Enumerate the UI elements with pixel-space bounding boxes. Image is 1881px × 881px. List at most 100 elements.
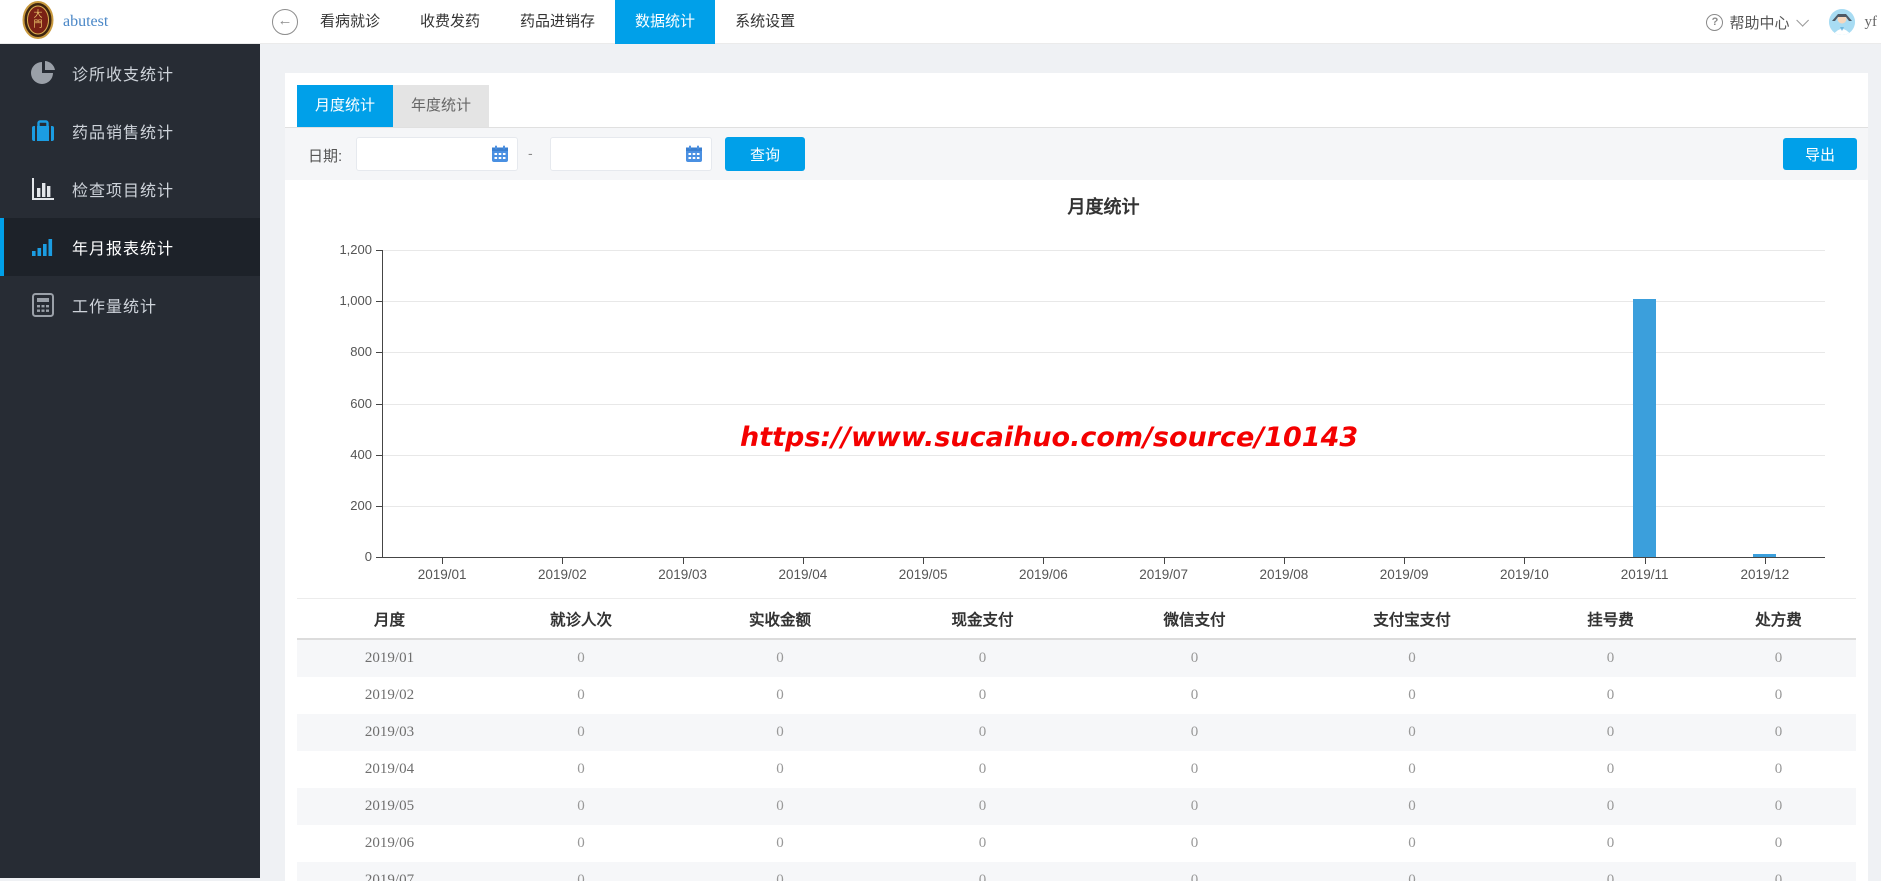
- value-cell: 0: [1408, 761, 1416, 777]
- help-center-menu[interactable]: ? 帮助中心: [1706, 12, 1809, 33]
- table-row: 2019/07 0 0 0 0 0 0 0: [297, 862, 1856, 881]
- value-cell: 0: [1408, 650, 1416, 666]
- brand: 大 門 abutest: [22, 0, 109, 41]
- x-axis-tick: [442, 558, 444, 564]
- header-right: ? 帮助中心 yf: [1706, 0, 1877, 44]
- x-axis-tick: [1163, 558, 1165, 564]
- x-axis-tick: [1644, 558, 1646, 564]
- value-cell: 0: [978, 761, 987, 777]
- table-row: 2019/03 0 0 0 0 0 0 0: [297, 714, 1856, 751]
- x-axis-tick: [923, 558, 925, 564]
- back-button[interactable]: ←: [272, 9, 298, 35]
- value-cell: 0: [1190, 835, 1199, 851]
- value-cell: 0: [978, 798, 987, 814]
- table-row: 2019/04 0 0 0 0 0 0 0: [297, 751, 1856, 788]
- x-axis-tick: [1764, 558, 1766, 564]
- x-axis-label: 2019/11: [1620, 567, 1669, 582]
- y-axis-label: 800: [350, 344, 372, 360]
- value-cell: 0: [1774, 798, 1783, 814]
- sidebar-item-exam-items[interactable]: 检查项目统计: [0, 160, 260, 218]
- x-axis-label: 2019/09: [1379, 567, 1429, 582]
- gridline: [382, 505, 1825, 507]
- value-cell: 0: [776, 724, 784, 740]
- nav-item-billing[interactable]: 收费发药: [400, 0, 500, 44]
- nav-item-statistics[interactable]: 数据统计: [615, 0, 716, 44]
- column-header: 就诊人次: [549, 611, 612, 629]
- month-cell: 2019/01: [364, 650, 415, 666]
- value-cell: 0: [1606, 761, 1615, 777]
- brand-name: abutest: [63, 13, 109, 30]
- watermark-url: https://www.sucaihuo.com/source/10143: [740, 422, 1359, 453]
- monthly-bar-chart: https://www.sucaihuo.com/source/10143 0 2…: [285, 73, 1868, 593]
- x-axis-label: 2019/03: [658, 567, 708, 582]
- briefcase-icon: [30, 118, 56, 144]
- value-cell: 0: [978, 872, 987, 881]
- value-cell: 0: [577, 872, 585, 881]
- value-cell: 0: [1408, 835, 1416, 851]
- avatar[interactable]: [1828, 9, 1855, 35]
- value-cell: 0: [577, 835, 585, 851]
- sidebar-item-drug-sales[interactable]: 药品销售统计: [0, 102, 260, 160]
- value-cell: 0: [1774, 761, 1783, 777]
- arrow-left-icon: ←: [277, 12, 293, 29]
- gridline: [382, 454, 1825, 456]
- column-header: 支付宝支付: [1373, 611, 1451, 629]
- help-center-label: 帮助中心: [1729, 14, 1790, 32]
- y-axis: [382, 250, 383, 558]
- x-axis-label: 2019/05: [898, 567, 948, 582]
- value-cell: 0: [1190, 872, 1199, 881]
- x-axis-label: 2019/07: [1139, 567, 1189, 582]
- x-axis-tick: [1404, 558, 1406, 564]
- top-nav: 看病就诊 收费发药 药品进销存 数据统计 系统设置: [300, 0, 815, 44]
- value-cell: 0: [1774, 724, 1783, 740]
- value-cell: 0: [1408, 872, 1416, 881]
- value-cell: 0: [1408, 687, 1416, 703]
- value-cell: 0: [978, 650, 987, 666]
- pie-chart-icon: [30, 60, 56, 86]
- x-axis-label: 2019/02: [537, 567, 587, 582]
- month-cell: 2019/02: [364, 687, 415, 703]
- month-cell: 2019/07: [364, 872, 415, 881]
- nav-item-settings[interactable]: 系统设置: [715, 0, 815, 44]
- value-cell: 0: [1408, 724, 1416, 740]
- value-cell: 0: [1606, 798, 1615, 814]
- value-cell: 0: [577, 724, 585, 740]
- username[interactable]: yf: [1865, 14, 1878, 31]
- nav-item-outpatient[interactable]: 看病就诊: [300, 0, 400, 44]
- month-cell: 2019/03: [364, 724, 415, 740]
- value-cell: 0: [776, 835, 784, 851]
- x-axis-label: 2019/10: [1499, 567, 1549, 582]
- value-cell: 0: [577, 650, 585, 666]
- y-axis-label: 1,200: [339, 242, 372, 257]
- signal-bars-icon: [30, 234, 56, 260]
- value-cell: 0: [1190, 724, 1199, 740]
- nav-item-drug-inventory[interactable]: 药品进销存: [500, 0, 615, 44]
- x-axis-label: 2019/08: [1259, 567, 1309, 582]
- sidebar-item-clinic-income[interactable]: 诊所收支统计: [0, 44, 260, 102]
- value-cell: 0: [978, 724, 987, 740]
- x-axis-label: 2019/06: [1018, 567, 1068, 582]
- value-cell: 0: [776, 872, 784, 881]
- value-cell: 0: [978, 687, 987, 703]
- question-mark-icon: ?: [1706, 13, 1724, 31]
- value-cell: 0: [1606, 724, 1615, 740]
- x-axis-tick: [562, 558, 564, 564]
- gridline: [382, 301, 1825, 303]
- month-cell: 2019/05: [364, 798, 415, 814]
- x-axis-tick: [1524, 558, 1526, 564]
- sidebar-label: 检查项目统计: [72, 183, 175, 200]
- value-cell: 0: [577, 761, 585, 777]
- x-axis-tick: [682, 558, 684, 564]
- column-header: 现金支付: [951, 611, 1014, 629]
- x-axis: [382, 557, 1825, 558]
- sidebar-item-monthly-report[interactable]: 年月报表统计: [0, 218, 260, 276]
- table-header-row: 月度 就诊人次 实收金额 现金支付 微信支付 支付宝支付 挂号费 处方费: [297, 598, 1856, 640]
- value-cell: 0: [1190, 687, 1199, 703]
- y-axis-label: 1,000: [339, 293, 372, 309]
- chart-bar: [1753, 554, 1777, 557]
- column-header: 实收金额: [748, 611, 811, 629]
- sidebar-label: 诊所收支统计: [72, 67, 175, 84]
- sidebar-item-workload[interactable]: 工作量统计: [0, 276, 260, 334]
- value-cell: 0: [1606, 650, 1615, 666]
- monthly-stats-table: 月度 就诊人次 实收金额 现金支付 微信支付 支付宝支付 挂号费 处方费 2019/01 0 0 0…: [297, 598, 1856, 881]
